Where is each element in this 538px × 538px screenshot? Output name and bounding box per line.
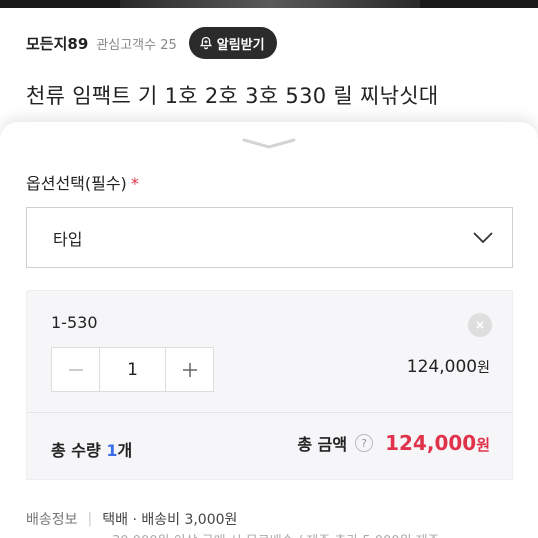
sheet-collapse-handle[interactable] (242, 136, 296, 150)
seller-fan-count: 관심고객수 25 (96, 37, 177, 53)
total-amount-value: 124,000 (385, 431, 477, 455)
item-price-unit: 원 (477, 360, 490, 376)
quantity-stepper: 1 (51, 347, 214, 392)
seller-name[interactable]: 모든지89 (26, 33, 88, 54)
selected-item-panel: 1-530 1 124,000원 총 수량 1개 총 금액 ? 124,000원 (26, 290, 513, 480)
help-icon[interactable]: ? (355, 434, 374, 452)
total-quantity-label: 총 수량 (51, 441, 107, 460)
shipping-info-row: 배송정보 | 택배 · 배송비 3,000원 (26, 509, 237, 529)
increase-quantity-button[interactable] (166, 348, 213, 391)
quantity-value[interactable]: 1 (99, 348, 166, 391)
chevron-down-icon (472, 231, 494, 245)
option-type-select[interactable]: 타입 (26, 207, 513, 268)
product-title: 천류 임팩트 기 1호 2호 3호 530 릴 찌낚싯대 (26, 84, 439, 108)
minus-icon (68, 362, 84, 378)
total-quantity-value: 1 (106, 441, 118, 460)
plus-icon (182, 362, 198, 378)
selected-item-name: 1-530 (51, 313, 98, 332)
total-amount: 총 금액 ? 124,000원 (297, 431, 490, 455)
panel-divider (27, 412, 512, 413)
option-select-label: 옵션선택(필수) * (26, 170, 139, 194)
seller-row: 모든지89 관심고객수 25 알림받기 (26, 26, 277, 60)
top-image-strip (0, 0, 538, 8)
alarm-button-label: 알림받기 (216, 37, 265, 53)
item-price: 124,000원 (407, 357, 490, 377)
shipping-separator: | (87, 511, 93, 527)
total-amount-price: 124,000원 (385, 431, 490, 455)
decrease-quantity-button[interactable] (52, 348, 99, 391)
total-amount-label: 총 금액 (297, 435, 348, 454)
shipping-info-value: 택배 · 배송비 3,000원 (102, 512, 238, 528)
item-price-value: 124,000 (406, 357, 478, 377)
alarm-button[interactable]: 알림받기 (188, 27, 277, 59)
total-quantity: 총 수량 1개 (51, 437, 132, 461)
remove-item-button[interactable] (468, 313, 492, 337)
required-mark: * (130, 174, 139, 193)
option-label-text: 옵션선택(필수) (26, 174, 127, 193)
bell-plus-icon (199, 36, 213, 50)
close-icon (475, 320, 485, 330)
shipping-note: 30,000원 이상 구매 시 무료배송 / 제주 추가 5,000원 제주 (112, 530, 440, 538)
option-select-value: 타입 (53, 229, 83, 249)
total-amount-unit: 원 (476, 436, 490, 454)
shipping-info-label: 배송정보 (26, 512, 78, 528)
total-quantity-unit: 개 (117, 441, 133, 460)
